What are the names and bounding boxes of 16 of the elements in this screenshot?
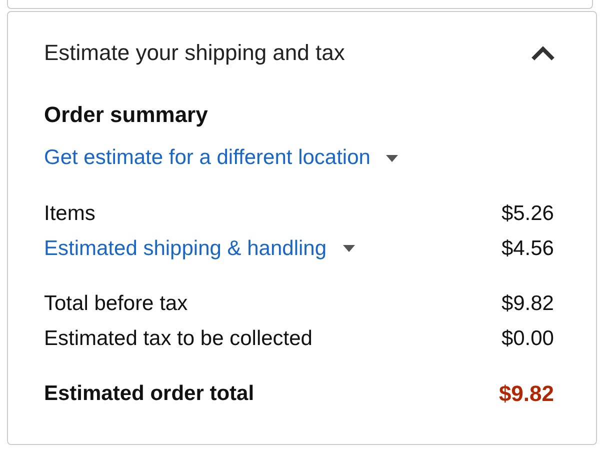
row-value: $5.26: [501, 202, 554, 226]
section-heading: Order summary: [44, 102, 209, 128]
panel-title: Estimate your shipping and tax: [44, 40, 345, 66]
row-value: $9.82: [501, 292, 554, 316]
row-value: $4.56: [501, 236, 554, 260]
chevron-icon[interactable]: [530, 45, 556, 61]
shipping-link[interactable]: Estimated shipping & handling: [44, 236, 327, 260]
row-label: Estimated tax to be collected: [44, 326, 312, 350]
row-label: Estimated order total: [44, 382, 254, 406]
row-label: Items: [44, 202, 96, 226]
caret-icon[interactable]: [386, 154, 398, 162]
row-label: Total before tax: [44, 292, 188, 316]
caret-icon[interactable]: [342, 245, 355, 252]
row-value: $9.82: [498, 380, 554, 406]
location-link[interactable]: Get estimate for a different location: [44, 146, 370, 170]
row-value: $0.00: [501, 326, 554, 350]
